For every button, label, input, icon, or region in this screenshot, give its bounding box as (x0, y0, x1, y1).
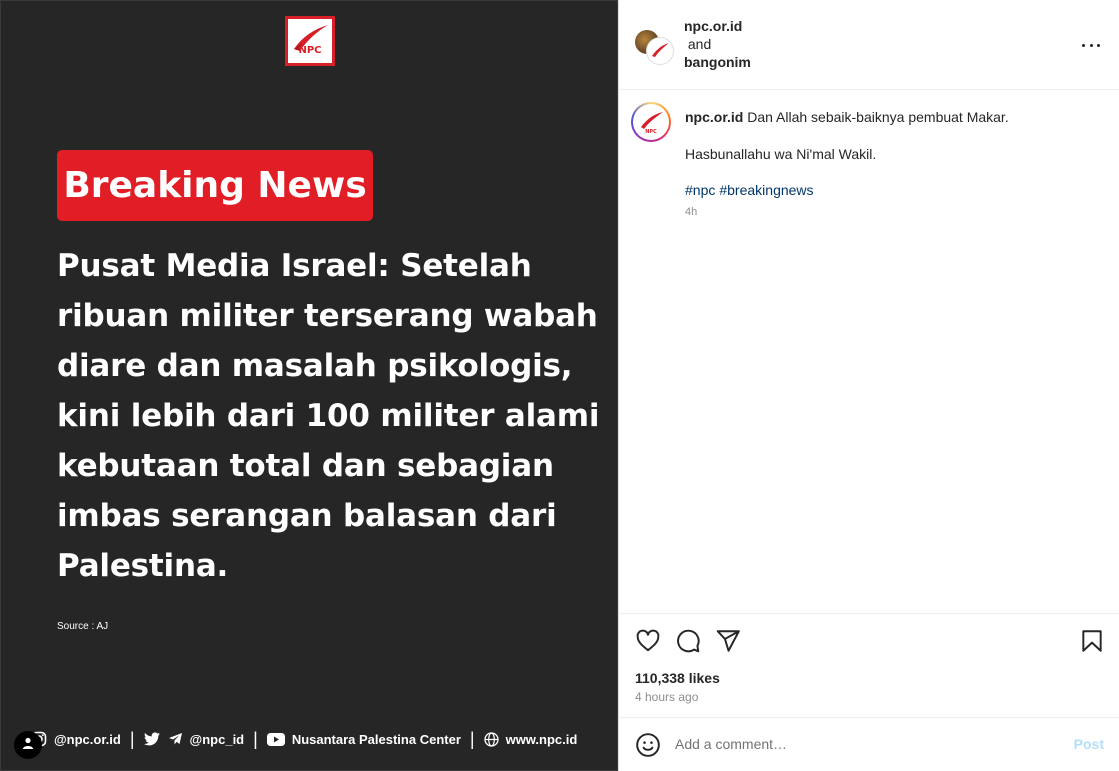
footer-separator: | (253, 728, 258, 749)
caption-line-2: Hasbunallahu wa Ni'mal Wakil. (685, 146, 877, 162)
collab-avatars[interactable] (635, 30, 673, 64)
tagged-user-button[interactable] (14, 731, 42, 759)
caption-time: 4h (685, 206, 698, 218)
caption-line-1: Dan Allah sebaik-baiknya pembuat Makar. (747, 109, 1009, 125)
svg-text:NPC: NPC (645, 129, 657, 135)
headline: Pusat Media Israel: Setelah ribuan milit… (57, 248, 600, 584)
like-button[interactable] (635, 628, 661, 654)
likes-count[interactable]: 110,338 likes (635, 670, 720, 686)
more-options-button[interactable] (1082, 36, 1100, 54)
breaking-news-badge: Breaking News (57, 150, 373, 221)
emoji-icon (635, 733, 661, 762)
post-actions: 110,338 likes 4 hours ago (619, 613, 1119, 717)
share-icon (715, 630, 741, 658)
post-time[interactable]: 4 hours ago (635, 690, 698, 704)
author-joiner: and (687, 36, 712, 52)
author-link-1[interactable]: npc.or.id (684, 18, 742, 34)
npc-logo: NPC (285, 16, 335, 66)
footer-separator: | (469, 728, 475, 749)
twitter-icon (143, 732, 161, 746)
post-authors: npc.or.id and bangonim (684, 17, 751, 71)
globe-icon (483, 731, 499, 747)
youtube-icon (266, 732, 285, 746)
footer-social: @npc_id (189, 731, 245, 747)
telegram-icon (168, 732, 183, 746)
share-button[interactable] (715, 628, 741, 654)
caption-username[interactable]: npc.or.id (685, 109, 743, 125)
save-button[interactable] (1079, 628, 1105, 654)
post-comment-button[interactable]: Post (1074, 736, 1104, 752)
badge-text: Breaking News (63, 165, 367, 206)
caption-text: npc.or.id Dan Allah sebaik-baiknya pembu… (685, 108, 1105, 221)
footer-youtube: Nusantara Palestina Center (291, 731, 461, 747)
footer-website: www.npc.id (505, 731, 578, 747)
post-details-panel: npc.or.id and bangonim NPC npc.or.id Dan… (618, 0, 1119, 771)
bookmark-icon (1079, 630, 1105, 658)
user-icon (22, 736, 34, 754)
footer-instagram: @npc.or.id (54, 731, 121, 747)
media-footer: @npc.or.id | @npc_id | Nusantara Palesti… (31, 728, 577, 750)
avatar-npc[interactable] (647, 38, 673, 64)
hashtag-link[interactable]: #npc (685, 182, 715, 198)
hashtags: #npc #breakingnews (685, 181, 1105, 199)
comment-bar: Post (619, 717, 1119, 771)
post-media[interactable]: NPC Breaking News Pusat Media Israel: Se… (0, 0, 618, 771)
hashtag-link[interactable]: #breakingnews (719, 182, 813, 198)
post-header: npc.or.id and bangonim (619, 0, 1119, 90)
source-text: Source : AJ (57, 621, 109, 632)
emoji-button[interactable] (635, 732, 661, 758)
heart-icon (635, 629, 661, 658)
more-icon (1082, 43, 1100, 47)
comment-icon (675, 629, 701, 658)
npc-logo-text: NPC (298, 45, 322, 56)
comment-button[interactable] (675, 628, 701, 654)
author-link-2[interactable]: bangonim (684, 54, 751, 70)
comment-input[interactable] (675, 733, 1055, 755)
caption-avatar[interactable]: NPC (631, 102, 671, 142)
footer-separator: | (129, 728, 135, 749)
